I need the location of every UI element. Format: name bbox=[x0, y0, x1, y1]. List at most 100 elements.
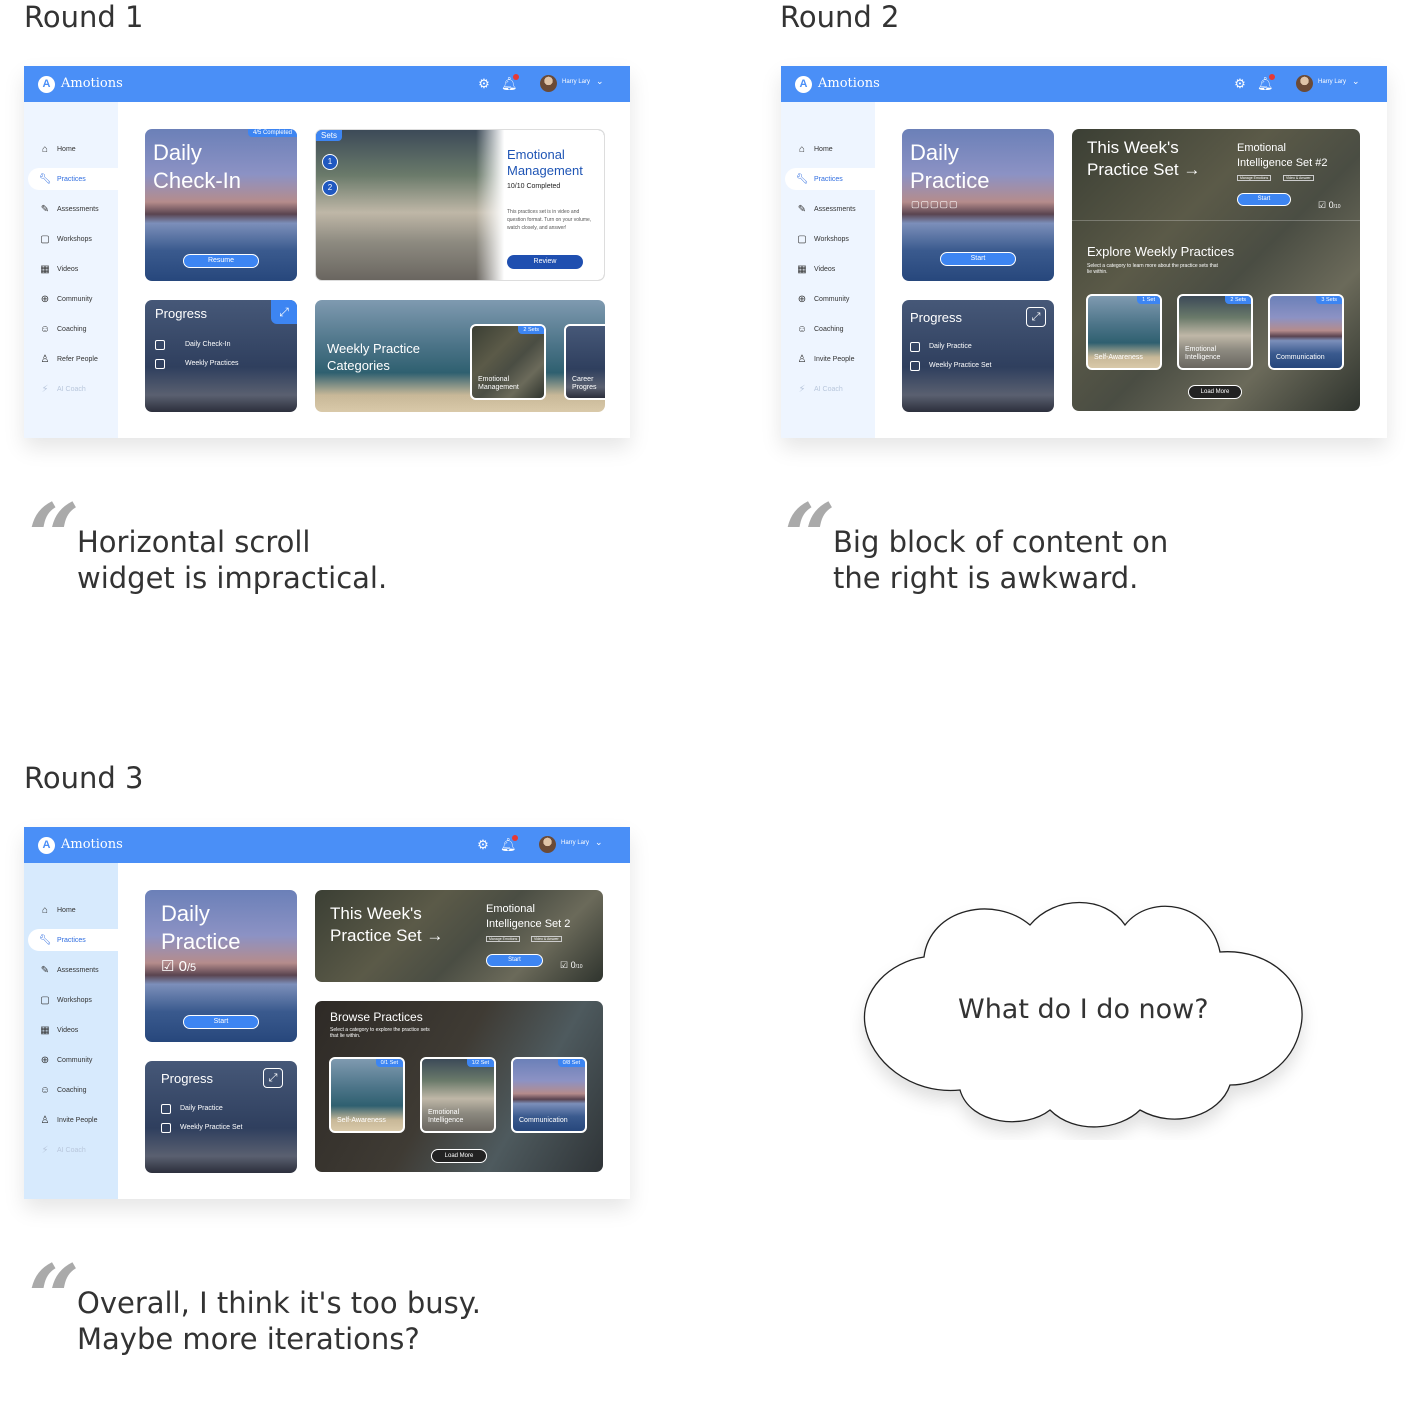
category-card[interactable]: 1/2 Set Emotional Intelligence bbox=[420, 1057, 496, 1133]
set-title: Emotional Intelligence Set #2 bbox=[1237, 142, 1328, 169]
sidebar: ⌂ Home 🔧︎ Practices ✎ Assessments ▢ Workshop… bbox=[24, 102, 118, 438]
sidebar-item-videos[interactable]: ▦ Videos bbox=[28, 1019, 118, 1041]
sidebar-item-practices[interactable]: 🔧︎ Practices bbox=[28, 929, 118, 951]
start-button[interactable]: Start bbox=[1237, 193, 1291, 206]
category-card[interactable]: 0/8 Set Communication bbox=[511, 1057, 587, 1133]
bell-icon[interactable]: 🔔︎ bbox=[500, 835, 518, 853]
this-week-section[interactable]: This Week's Practice Set → Emotional Intel… bbox=[1072, 129, 1360, 221]
sidebar-item-invite[interactable]: ♙ Invite People bbox=[785, 348, 875, 370]
sidebar-item-invite[interactable]: ♙ Invite People bbox=[28, 1109, 118, 1131]
weekly-categories-card[interactable]: Weekly Practice Categories 2 Sets Emotion… bbox=[315, 300, 605, 412]
expand-icon[interactable]: ⤢ bbox=[1026, 307, 1046, 327]
film-icon: ▦ bbox=[40, 263, 50, 275]
round-2-quote: Big block of content on the right is awkw… bbox=[833, 525, 1169, 595]
gear-icon[interactable]: ⚙ bbox=[476, 76, 492, 92]
category-label: Communication bbox=[1276, 354, 1325, 361]
review-button[interactable]: Review bbox=[507, 255, 583, 269]
notification-dot bbox=[513, 74, 519, 80]
category-card[interactable]: 3 Sets Communication bbox=[1268, 294, 1344, 370]
expand-icon[interactable]: ⤢ bbox=[271, 300, 297, 324]
sidebar-item-practices[interactable]: 🔧︎ Practices bbox=[785, 168, 875, 190]
start-button[interactable]: Start bbox=[486, 954, 543, 967]
avatar[interactable] bbox=[1296, 75, 1313, 92]
sidebar-item-coaching[interactable]: ☺ Coaching bbox=[28, 318, 118, 340]
checkbox[interactable] bbox=[155, 359, 165, 369]
progress-card[interactable]: Progress ⤢ Daily Practice Weekly Practic… bbox=[902, 300, 1054, 412]
expand-icon[interactable]: ⤢ bbox=[263, 1068, 283, 1088]
sidebar-item-assessments[interactable]: ✎ Assessments bbox=[28, 959, 118, 981]
card-title: Daily Practice bbox=[161, 901, 241, 954]
avatar[interactable] bbox=[539, 836, 556, 853]
explore-title: Explore Weekly Practices bbox=[1087, 244, 1235, 259]
start-button[interactable]: Start bbox=[183, 1015, 259, 1029]
bell-icon[interactable]: 🔔︎ bbox=[501, 74, 519, 92]
chevron-down-icon[interactable]: ⌄ bbox=[1352, 76, 1360, 87]
gear-icon[interactable]: ⚙ bbox=[1232, 76, 1248, 92]
sidebar-item-coaching[interactable]: ☺ Coaching bbox=[28, 1079, 118, 1101]
progress-card[interactable]: Progress ⤢ Daily Check-In Weekly Practic… bbox=[145, 300, 297, 412]
logo-icon: A bbox=[795, 76, 812, 93]
user-name[interactable]: Harry Lary bbox=[1318, 79, 1346, 85]
this-week-card[interactable]: This Week's Practice Set → Emotional Intel… bbox=[315, 890, 603, 982]
start-button[interactable]: Start bbox=[940, 252, 1016, 266]
category-card[interactable]: 2 Sets Emotional Management bbox=[470, 324, 546, 400]
set-title: Emotional Intelligence Set 2 bbox=[486, 903, 571, 930]
gear-icon[interactable]: ⚙ bbox=[475, 837, 491, 853]
checkbox[interactable] bbox=[161, 1123, 171, 1133]
category-card[interactable]: 0/1 Set Self-Awareness bbox=[329, 1057, 405, 1133]
set-step-2[interactable]: 2 bbox=[322, 180, 338, 196]
sidebar-item-home[interactable]: ⌂ Home bbox=[785, 138, 875, 160]
card-title: Daily Practice bbox=[910, 140, 990, 193]
round-2-app: A Amotions ⚙ 🔔︎ Harry Lary ⌄ ⌂ Home 🔧︎ Pra… bbox=[781, 66, 1387, 438]
category-card[interactable]: 1 Set Self-Awareness bbox=[1086, 294, 1162, 370]
chevron-down-icon[interactable]: ⌄ bbox=[595, 837, 603, 848]
lightning-icon: ⚡︎ bbox=[41, 383, 49, 395]
progress-item: Daily Practice bbox=[180, 1105, 223, 1112]
sidebar-item-videos[interactable]: ▦ Videos bbox=[28, 258, 118, 280]
sidebar-item-workshops[interactable]: ▢ Workshops bbox=[28, 989, 118, 1011]
sidebar-item-community[interactable]: ⊕ Community bbox=[28, 1049, 118, 1071]
category-card[interactable]: Career Progres bbox=[564, 324, 605, 400]
category-card[interactable]: 2 Sets Emotional Intelligence bbox=[1177, 294, 1253, 370]
checkbox[interactable] bbox=[910, 361, 920, 371]
checkbox[interactable] bbox=[910, 342, 920, 352]
sidebar-item-assessments[interactable]: ✎ Assessments bbox=[785, 198, 875, 220]
brand-name: Amotions bbox=[61, 76, 123, 91]
emotional-management-card[interactable]: Sets 1 2 Emotional Management 10/10 Compl… bbox=[315, 129, 605, 281]
home-icon: ⌂ bbox=[41, 904, 49, 916]
sidebar-item-refer[interactable]: ♙ Refer People bbox=[28, 348, 118, 370]
avatar[interactable] bbox=[540, 75, 557, 92]
sidebar-item-home[interactable]: ⌂ Home bbox=[28, 138, 118, 160]
sidebar-item-workshops[interactable]: ▢ Workshops bbox=[785, 228, 875, 250]
sidebar-item-home[interactable]: ⌂ Home bbox=[28, 899, 118, 921]
category-label: Self-Awareness bbox=[1094, 354, 1143, 361]
top-bar: A Amotions ⚙ 🔔︎ Harry Lary ⌄ bbox=[781, 66, 1387, 102]
sidebar-item-videos[interactable]: ▦ Videos bbox=[785, 258, 875, 280]
resume-button[interactable]: Resume bbox=[183, 254, 259, 268]
sidebar-item-assessments[interactable]: ✎ Assessments bbox=[28, 198, 118, 220]
notification-dot bbox=[512, 835, 518, 841]
progress-card[interactable]: Progress ⤢ Daily Practice Weekly Practic… bbox=[145, 1061, 297, 1173]
this-week-title[interactable]: This Week's Practice Set → bbox=[1087, 137, 1200, 181]
this-week-title[interactable]: This Week's Practice Set → bbox=[330, 903, 443, 947]
load-more-button[interactable]: Load More bbox=[431, 1149, 487, 1163]
sidebar-item-coaching[interactable]: ☺ Coaching bbox=[785, 318, 875, 340]
category-label: Career Progres bbox=[572, 376, 597, 391]
checkbox[interactable] bbox=[161, 1104, 171, 1114]
round-1-app: A Amotions ⚙ 🔔︎ Harry Lary ⌄ ⌂ Home 🔧︎ Pra… bbox=[24, 66, 630, 438]
load-more-button[interactable]: Load More bbox=[1188, 385, 1242, 399]
sidebar-item-community[interactable]: ⊕ Community bbox=[28, 288, 118, 310]
bell-icon[interactable]: 🔔︎ bbox=[1257, 74, 1275, 92]
sidebar-item-community[interactable]: ⊕ Community bbox=[785, 288, 875, 310]
daily-checkin-card[interactable]: 4/5 Completed Daily Check-In Resume bbox=[145, 129, 297, 281]
sidebar-item-workshops[interactable]: ▢ Workshops bbox=[28, 228, 118, 250]
daily-practice-card[interactable]: Daily Practice ☑ 0/5 Start bbox=[145, 890, 297, 1042]
set-description: This practices set is in video and quest… bbox=[507, 209, 592, 231]
user-name[interactable]: Harry Lary bbox=[562, 79, 590, 85]
set-step-1[interactable]: 1 bbox=[322, 154, 338, 170]
checkbox[interactable] bbox=[155, 340, 165, 350]
daily-practice-card[interactable]: Daily Practice ▢▢▢▢▢ Start bbox=[902, 129, 1054, 281]
user-name[interactable]: Harry Lary bbox=[561, 840, 589, 846]
sidebar-item-practices[interactable]: 🔧︎ Practices bbox=[28, 168, 118, 190]
chevron-down-icon[interactable]: ⌄ bbox=[596, 76, 604, 87]
